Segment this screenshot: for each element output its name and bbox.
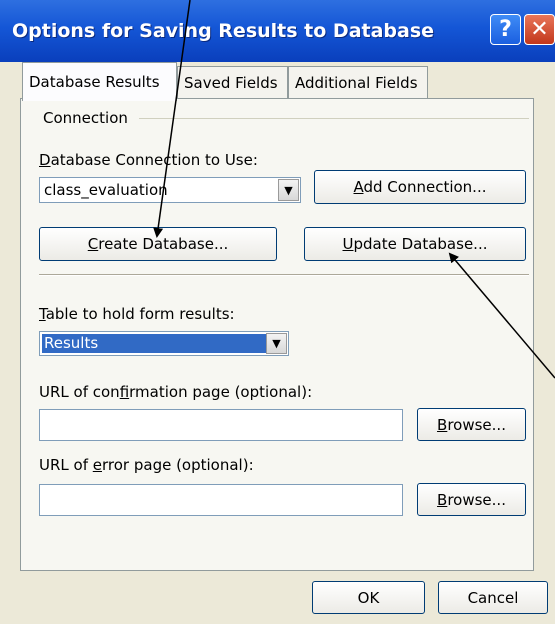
window-title: Options for Saving Results to Database (12, 20, 435, 42)
group-divider (139, 118, 529, 119)
db-connection-select[interactable]: class_evaluation ▼ (39, 177, 301, 203)
cancel-button[interactable]: Cancel (438, 581, 548, 614)
tab-additional-fields[interactable]: Additional Fields (288, 66, 428, 98)
close-button[interactable]: ✕ (524, 14, 555, 45)
table-select[interactable]: Results ▼ (39, 331, 289, 356)
ok-label: OK (357, 588, 380, 607)
dialog-window: Options for Saving Results to Database ?… (0, 0, 555, 624)
update-database-button[interactable]: Update Database... (304, 227, 526, 261)
table-value: Results (44, 334, 99, 352)
help-button[interactable]: ? (490, 14, 521, 45)
browse-confirmation-button[interactable]: Browse... (417, 408, 526, 441)
browse-label: Browse... (437, 490, 506, 509)
db-connection-value: class_evaluation (44, 181, 168, 199)
tab-label: Saved Fields (184, 73, 278, 92)
create-database-button[interactable]: Create Database... (39, 227, 277, 261)
help-icon: ? (499, 17, 512, 42)
tab-label: Additional Fields (295, 73, 418, 92)
tab-panel: Connection Database Connection to Use: c… (20, 98, 534, 571)
tab-database-results[interactable]: Database Results (22, 62, 177, 101)
table-label: Table to hold form results: (39, 305, 235, 323)
chevron-down-icon[interactable]: ▼ (278, 179, 299, 201)
ok-button[interactable]: OK (312, 581, 425, 614)
db-connection-label: Database Connection to Use: (39, 151, 258, 169)
add-connection-button[interactable]: Add Connection... (314, 170, 526, 204)
chevron-down-icon[interactable]: ▼ (266, 333, 287, 354)
close-icon: ✕ (530, 17, 549, 42)
create-database-label: Create Database... (87, 235, 229, 253)
connection-group-label: Connection (43, 109, 128, 127)
confirmation-url-label: URL of confirmation page (optional): (39, 383, 313, 401)
update-database-label: Update Database... (342, 235, 488, 253)
error-url-label: URL of error page (optional): (39, 456, 254, 474)
error-url-input[interactable] (39, 484, 403, 516)
add-connection-label: Add Connection... (353, 178, 487, 196)
browse-error-button[interactable]: Browse... (417, 483, 526, 516)
confirmation-url-input[interactable] (39, 409, 403, 441)
title-bar[interactable]: Options for Saving Results to Database ?… (0, 0, 555, 62)
browse-label: Browse... (437, 415, 506, 434)
tab-label: Database Results (29, 73, 160, 91)
cancel-label: Cancel (467, 588, 519, 607)
section-separator (39, 274, 529, 276)
tab-saved-fields[interactable]: Saved Fields (177, 66, 288, 98)
